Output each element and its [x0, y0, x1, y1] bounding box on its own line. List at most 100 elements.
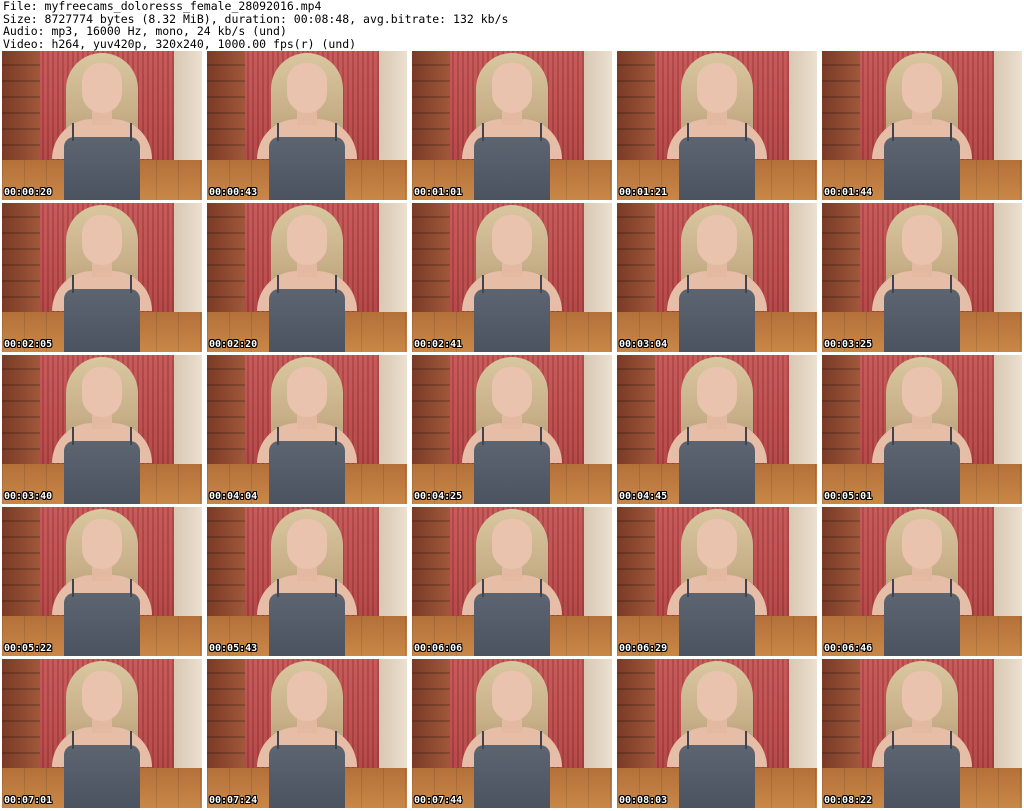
figure-part: [902, 519, 942, 569]
video-frame-thumbnail: 00:04:25: [412, 355, 612, 504]
figure-part: [697, 519, 737, 569]
figure-part: [287, 671, 327, 721]
frame-background: [617, 507, 655, 618]
frame-background: [617, 203, 655, 314]
figure-part: [287, 215, 327, 265]
frame-background: [207, 355, 245, 466]
frame-timestamp: 00:00:43: [209, 187, 258, 198]
figure-part: [130, 123, 132, 141]
figure-part: [474, 745, 550, 808]
figure-part: [892, 731, 894, 749]
figure-part: [72, 123, 74, 141]
frame-timestamp: 00:07:01: [4, 795, 53, 806]
audio-info-line: Audio: mp3, 16000 Hz, mono, 24 kb/s (und…: [3, 24, 287, 38]
person-figure: [52, 51, 152, 200]
figure-part: [130, 275, 132, 293]
frame-timestamp: 00:08:03: [619, 795, 668, 806]
frame-timestamp: 00:04:25: [414, 491, 463, 502]
frame-timestamp: 00:07:24: [209, 795, 258, 806]
video-frame-thumbnail: 00:06:06: [412, 507, 612, 656]
figure-part: [72, 427, 74, 445]
figure-part: [72, 579, 74, 597]
figure-part: [130, 579, 132, 597]
figure-part: [950, 427, 952, 445]
figure-part: [335, 579, 337, 597]
figure-part: [492, 519, 532, 569]
figure-part: [540, 579, 542, 597]
frame-background: [412, 51, 450, 162]
figure-part: [697, 367, 737, 417]
video-info-line: Video: h264, yuv420p, 320x240, 1000.00 f…: [3, 36, 357, 51]
person-figure: [462, 203, 562, 352]
video-frame-thumbnail: 00:05:01: [822, 355, 1022, 504]
figure-part: [64, 441, 140, 504]
figure-part: [269, 593, 345, 656]
frame-background: [207, 203, 245, 314]
person-figure: [872, 659, 972, 808]
figure-part: [884, 441, 960, 504]
person-figure: [872, 355, 972, 504]
frame-background: [412, 659, 450, 770]
person-figure: [667, 203, 767, 352]
frame-background: [2, 355, 40, 466]
frame-background: [617, 355, 655, 466]
frame-background: [617, 659, 655, 770]
figure-part: [269, 137, 345, 200]
figure-part: [287, 63, 327, 113]
person-figure: [872, 51, 972, 200]
video-frame-thumbnail: 00:08:03: [617, 659, 817, 808]
file-name-line: File: myfreecams_doloresss_female_280920…: [3, 0, 322, 13]
video-frame-thumbnail: 00:05:22: [2, 507, 202, 656]
frame-background: [207, 51, 245, 162]
figure-part: [269, 289, 345, 352]
file-info-header: File: myfreecams_doloresss_female_280920…: [3, 0, 1021, 50]
frame-background: [207, 507, 245, 618]
video-frame-thumbnail: 00:01:44: [822, 51, 1022, 200]
figure-part: [482, 427, 484, 445]
figure-part: [82, 519, 122, 569]
figure-part: [745, 275, 747, 293]
figure-part: [335, 123, 337, 141]
figure-part: [482, 731, 484, 749]
figure-part: [492, 367, 532, 417]
person-figure: [52, 355, 152, 504]
frame-background: [207, 659, 245, 770]
person-figure: [257, 659, 357, 808]
figure-part: [492, 215, 532, 265]
figure-part: [687, 579, 689, 597]
frame-timestamp: 00:01:21: [619, 187, 668, 198]
frame-timestamp: 00:06:06: [414, 643, 463, 654]
frame-timestamp: 00:02:41: [414, 339, 463, 350]
figure-part: [72, 275, 74, 293]
frame-timestamp: 00:04:45: [619, 491, 668, 502]
figure-part: [745, 123, 747, 141]
video-frame-thumbnail: 00:00:20: [2, 51, 202, 200]
frame-background: [822, 507, 860, 618]
frame-timestamp: 00:05:22: [4, 643, 53, 654]
frame-timestamp: 00:01:01: [414, 187, 463, 198]
frame-background: [2, 507, 40, 618]
figure-part: [950, 123, 952, 141]
figure-part: [884, 289, 960, 352]
figure-part: [540, 123, 542, 141]
figure-part: [82, 215, 122, 265]
figure-part: [892, 275, 894, 293]
frame-background: [2, 51, 40, 162]
figure-part: [130, 731, 132, 749]
person-figure: [462, 355, 562, 504]
figure-part: [745, 427, 747, 445]
frame-timestamp: 00:05:01: [824, 491, 873, 502]
video-frame-thumbnail: 00:06:29: [617, 507, 817, 656]
person-figure: [872, 507, 972, 656]
person-figure: [257, 203, 357, 352]
video-frame-thumbnail: 00:02:20: [207, 203, 407, 352]
figure-part: [950, 275, 952, 293]
frame-timestamp: 00:06:29: [619, 643, 668, 654]
figure-part: [277, 275, 279, 293]
figure-part: [687, 731, 689, 749]
figure-part: [950, 579, 952, 597]
frame-background: [822, 659, 860, 770]
video-frame-thumbnail: 00:07:01: [2, 659, 202, 808]
figure-part: [277, 123, 279, 141]
figure-part: [277, 579, 279, 597]
